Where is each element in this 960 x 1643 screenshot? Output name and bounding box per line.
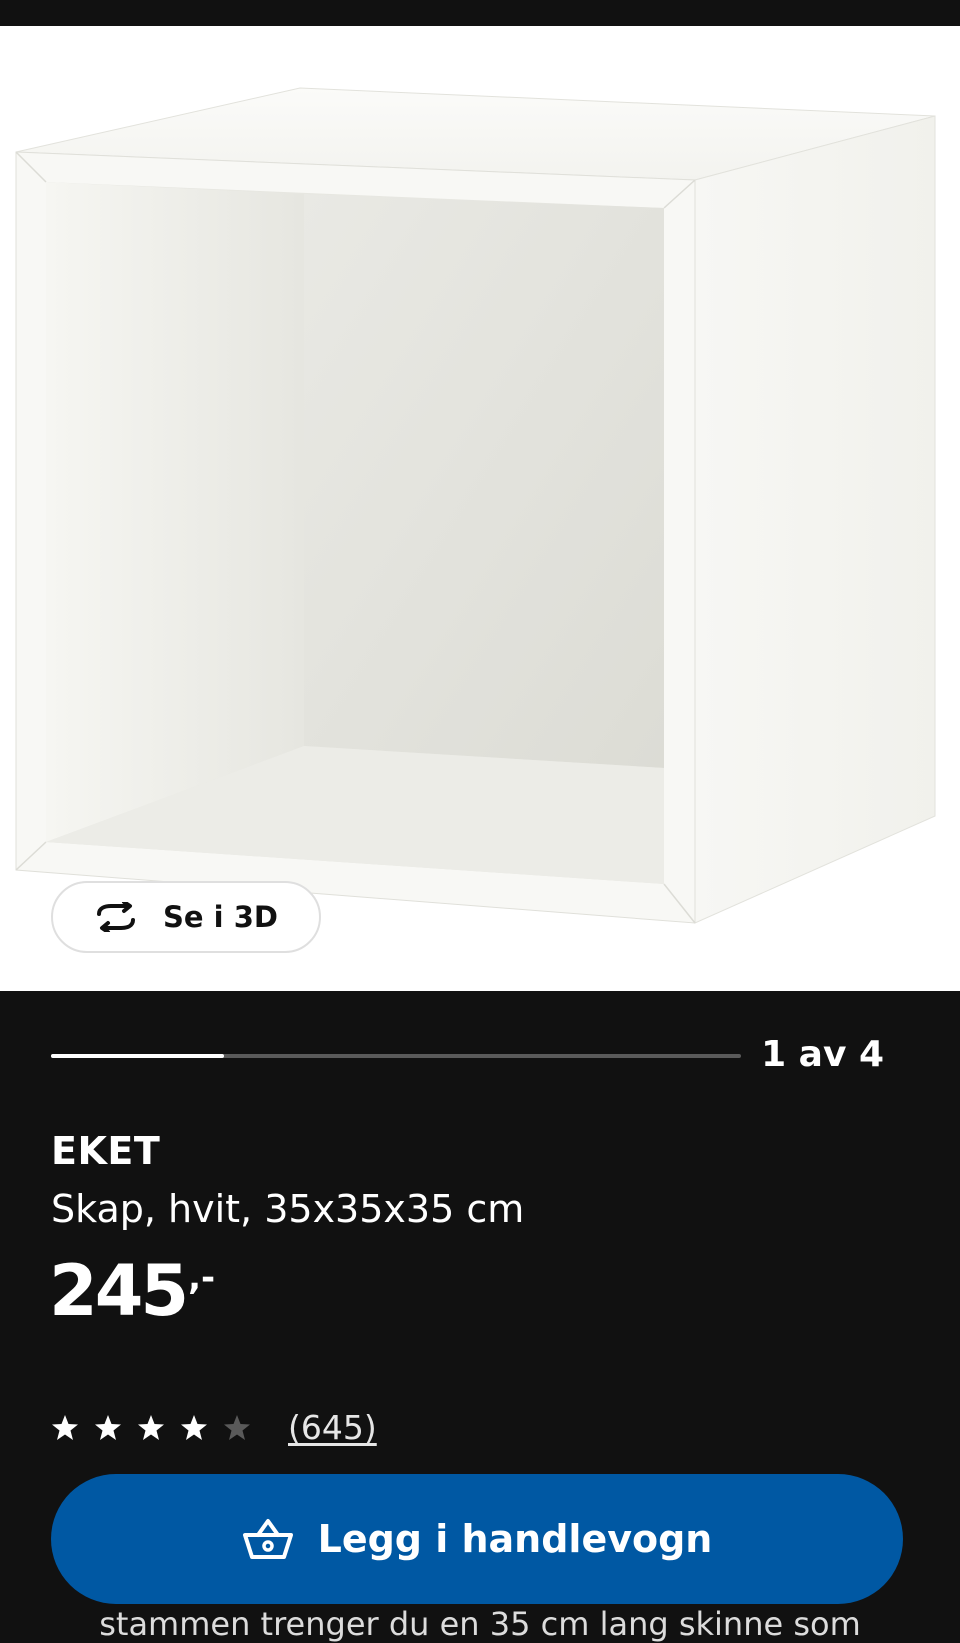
price-decimals: ,- bbox=[188, 1258, 216, 1298]
view-in-3d-button[interactable]: Se i 3D bbox=[51, 881, 321, 953]
product-info-panel: 1 av 4 EKET Skap, hvit, 35x35x35 cm 245 … bbox=[0, 991, 960, 1643]
star-filled-icon bbox=[52, 1414, 78, 1440]
product-image bbox=[0, 26, 960, 991]
add-to-cart-label: Legg i handlevogn bbox=[317, 1517, 713, 1561]
star-filled-icon bbox=[181, 1414, 207, 1440]
rotate-arrows-icon bbox=[93, 902, 139, 932]
product-description: Skap, hvit, 35x35x35 cm bbox=[51, 1187, 525, 1231]
product-name: EKET bbox=[51, 1129, 161, 1173]
star-empty-icon bbox=[224, 1414, 250, 1440]
description-snippet: stammen trenger du en 35 cm lang skinne … bbox=[99, 1605, 861, 1643]
price-integer: 245 bbox=[49, 1250, 189, 1332]
gallery-progress-track bbox=[51, 1054, 741, 1058]
view-in-3d-label: Se i 3D bbox=[163, 900, 278, 934]
star-filled-icon bbox=[138, 1414, 164, 1440]
gallery-page-indicator: 1 av 4 bbox=[761, 1034, 884, 1075]
product-rating[interactable]: (645) bbox=[51, 1408, 377, 1447]
review-count-link[interactable]: (645) bbox=[288, 1408, 377, 1447]
product-price: 245 ,- bbox=[49, 1256, 215, 1326]
shopping-basket-icon bbox=[242, 1519, 293, 1559]
star-filled-icon bbox=[95, 1414, 121, 1440]
gallery-progress-fill bbox=[51, 1054, 224, 1058]
status-bar bbox=[0, 0, 960, 26]
product-image-gallery[interactable]: Se i 3D bbox=[0, 26, 960, 991]
add-to-cart-button[interactable]: Legg i handlevogn bbox=[51, 1474, 903, 1604]
